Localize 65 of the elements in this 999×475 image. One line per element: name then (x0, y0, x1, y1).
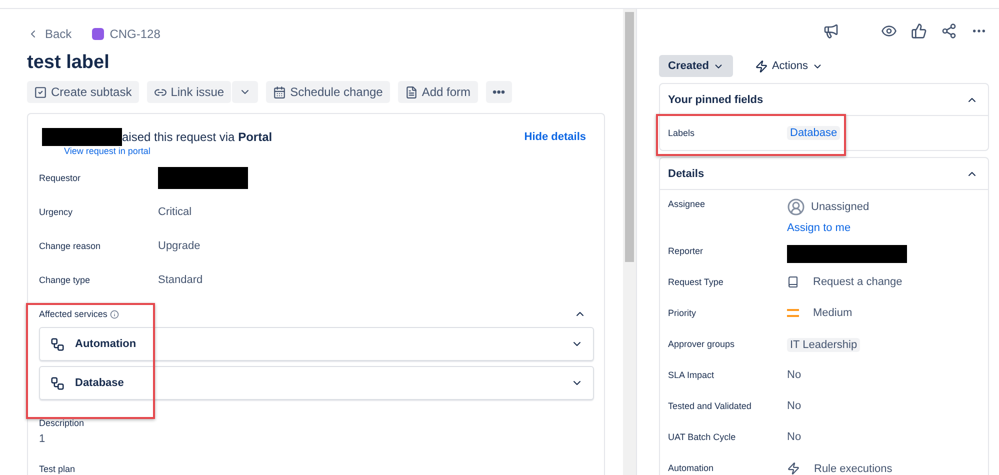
field-value: Upgrade (158, 240, 200, 252)
issue-type-icon (92, 28, 104, 40)
field-label: Approver groups (668, 338, 736, 349)
field-value: No (787, 369, 802, 381)
toolbar-button[interactable]: Create subtask (27, 81, 139, 103)
field-label: Requestor (39, 173, 82, 183)
field-value: Critical (158, 206, 192, 218)
book-icon (787, 276, 799, 288)
field-label: Change type (39, 275, 92, 285)
field-value: Request a change (813, 276, 902, 288)
service-icon (50, 376, 65, 390)
eye-icon[interactable] (881, 23, 897, 39)
field-label: Test plan (39, 464, 76, 474)
field-label: Change reason (39, 241, 102, 251)
service-icon (50, 336, 65, 352)
share-icon[interactable] (941, 23, 957, 39)
service-item[interactable]: Automation (39, 327, 594, 361)
calendar-icon (273, 86, 286, 98)
field-label: Description (39, 418, 86, 428)
field-value: Medium (813, 307, 852, 319)
more-button[interactable]: ••• (486, 81, 512, 103)
field-label: Tested and Validated (668, 400, 752, 411)
thumbs-up-icon[interactable] (911, 23, 927, 39)
info-icon (110, 310, 120, 318)
field-label: Automation (668, 462, 715, 473)
lightning-icon (754, 60, 768, 72)
toolbar-button[interactable]: Add form (398, 81, 478, 103)
assign-to-me-link[interactable]: Assign to me (787, 222, 870, 234)
details-header[interactable]: Details (660, 158, 988, 190)
subtask-icon (34, 86, 47, 98)
field-value: Standard (158, 274, 203, 286)
section-label: Affected services (39, 309, 108, 319)
megaphone-icon[interactable] (823, 23, 839, 39)
avatar-icon (787, 198, 805, 216)
priority-medium-icon (787, 309, 799, 317)
issue-key-link[interactable]: CNG-128 (110, 27, 160, 41)
form-icon (404, 86, 418, 98)
field-value: No (787, 431, 802, 443)
field-label: Priority (668, 307, 698, 318)
field-label: Reporter (668, 245, 704, 256)
actions-button[interactable]: Actions (748, 55, 830, 77)
view-in-portal-link[interactable]: View request in portal (64, 146, 594, 156)
field-label: UAT Batch Cycle (668, 431, 737, 442)
label-chip[interactable]: Database (787, 126, 840, 140)
lightning-icon (787, 462, 800, 475)
scrollbar[interactable] (623, 9, 636, 475)
field-value: No (787, 400, 802, 412)
field-value: Unassigned (811, 201, 870, 213)
field-label: Request Type (668, 276, 724, 287)
field-label: Urgency (39, 207, 74, 217)
service-item[interactable]: Database (39, 366, 594, 400)
field-label: Labels (668, 128, 696, 138)
field-value: Rule executions (814, 462, 892, 474)
field-label: Assignee (668, 198, 706, 209)
group-chip[interactable]: IT Leadership (787, 338, 860, 352)
field-label: SLA Impact (668, 369, 716, 380)
link-issue-button[interactable]: Link issue (146, 81, 232, 103)
hide-details-link[interactable]: Hide details (524, 131, 586, 143)
toolbar-button[interactable]: Schedule change (266, 81, 390, 103)
pinned-fields-header[interactable]: Your pinned fields (660, 84, 988, 116)
back-link[interactable]: Back (45, 27, 72, 41)
status-button[interactable]: Created (659, 55, 733, 77)
raised-request-text: aised this request via Portal (122, 130, 272, 144)
field-value: 1 (39, 433, 46, 445)
issue-title: test label (27, 52, 110, 75)
